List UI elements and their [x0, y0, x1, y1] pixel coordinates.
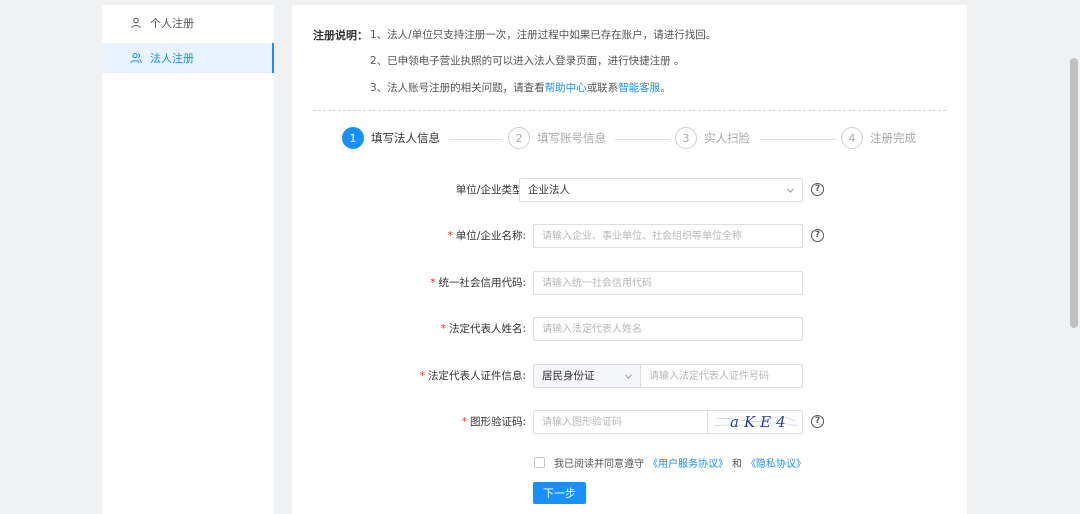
help-center-link[interactable]: 帮助中心 [545, 82, 587, 94]
rep-name-label: * 法定代表人姓名: [441, 317, 526, 341]
step-label: 实人扫脸 [704, 131, 750, 145]
id-type-value: 居民身份证 [542, 370, 595, 382]
sidebar-item-legal-register[interactable]: 法人注册 [102, 43, 274, 73]
note-line-3-prefix: 3、法人账号注册的相关问题，请查看 [370, 82, 545, 94]
unit-type-select[interactable]: 企业法人 [519, 178, 803, 202]
step-connector [760, 139, 836, 140]
note-line-1: 1、法人/单位只支持注册一次，注册过程中如果已存在账户，请进行找回。 [370, 29, 717, 41]
step-number: 4 [841, 127, 863, 149]
privacy-agreement-link[interactable]: 《隐私协议》 [746, 455, 806, 470]
credit-code-label-text: 统一社会信用代码: [438, 277, 526, 289]
required-mark: * [419, 370, 425, 382]
agreement-row: 我已阅读并同意遵守 《用户服务协议》 和 《隐私协议》 [534, 455, 810, 470]
rep-id-label-text: 法定代表人证件信息: [427, 370, 526, 382]
divider [313, 110, 946, 111]
id-type-select[interactable]: 居民身份证 [533, 364, 641, 388]
step-2: 2 填写账号信息 [508, 127, 606, 149]
unit-name-input[interactable] [533, 224, 803, 248]
rep-name-input[interactable] [533, 317, 803, 341]
row-captcha: *图形验证码: aKE4 ? [292, 410, 967, 434]
user-service-agreement-link[interactable]: 《用户服务协议》 [648, 455, 728, 470]
sidebar-item-label: 个人注册 [150, 17, 194, 30]
step-label: 注册完成 [870, 131, 916, 145]
scrollbar-track[interactable] [1068, 0, 1080, 514]
credit-code-label: * 统一社会信用代码: [430, 271, 526, 295]
unit-type-label: 单位/企业类型: [455, 184, 526, 196]
step-4: 4 注册完成 [841, 127, 916, 149]
help-icon[interactable]: ? [811, 415, 824, 428]
notes-title: 注册说明： [313, 29, 368, 42]
row-credit-code: * 统一社会信用代码: [292, 271, 967, 295]
note-line-2: 2、已申领电子营业执照的可以进入法人登录页面，进行快捷注册 。 [370, 55, 685, 67]
required-mark: * [461, 416, 467, 428]
help-icon[interactable]: ? [811, 229, 824, 242]
step-3: 3 实人扫脸 [675, 127, 750, 149]
step-number: 2 [508, 127, 530, 149]
row-rep-id: * 法定代表人证件信息: 居民身份证 [292, 364, 967, 388]
captcha-image[interactable]: aKE4 [708, 410, 803, 434]
sidebar-item-label: 法人注册 [150, 52, 194, 65]
captcha-text: aKE4 [730, 413, 791, 431]
note-line-3-suffix: 。 [660, 82, 671, 94]
row-rep-name: * 法定代表人姓名: [292, 317, 967, 341]
unit-name-label-text: 单位/企业名称: [455, 230, 526, 242]
required-mark: * [440, 323, 446, 335]
users-icon [130, 52, 142, 64]
unit-name-label: * 单位/企业名称: [448, 224, 526, 248]
step-number: 3 [675, 127, 697, 149]
step-connector [615, 139, 670, 140]
smart-service-link[interactable]: 智能客服 [618, 82, 660, 94]
help-icon[interactable]: ? [811, 183, 824, 196]
agree-checkbox[interactable] [534, 456, 545, 468]
sidebar: 个人注册 法人注册 [102, 5, 274, 514]
captcha-label-text: 图形验证码: [469, 416, 526, 428]
id-number-input[interactable] [641, 364, 803, 388]
main-panel: 注册说明： 1、法人/单位只支持注册一次，注册过程中如果已存在账户，请进行找回。… [292, 5, 967, 514]
row-unit-type: 单位/企业类型: 企业法人 ? [292, 178, 967, 202]
progress-steps: 1 填写法人信息 2 填写账号信息 3 实人扫脸 4 注册完成 [292, 127, 967, 155]
step-label: 填写法人信息 [371, 131, 440, 145]
agreement-and: 和 [732, 458, 742, 470]
captcha-label: * 图形验证码: [462, 410, 526, 434]
sidebar-item-personal-register[interactable]: 个人注册 [102, 8, 274, 38]
next-step-button[interactable]: 下一步 [533, 482, 586, 504]
credit-code-input[interactable] [533, 271, 803, 295]
note-line-3: 3、法人账号注册的相关问题，请查看帮助中心或联系智能客服。 [370, 80, 671, 95]
row-unit-name: *单位/企业名称: ? [292, 224, 967, 248]
step-1: 1 填写法人信息 [342, 127, 440, 149]
step-number: 1 [342, 127, 364, 149]
required-mark: * [447, 230, 453, 242]
chevron-down-icon [624, 372, 633, 380]
rep-name-label-text: 法定代表人姓名: [448, 323, 526, 335]
unit-type-value: 企业法人 [528, 184, 570, 196]
step-connector [449, 139, 502, 140]
agreement-prefix: 我已阅读并同意遵守 [554, 458, 644, 470]
chevron-down-icon [786, 186, 795, 194]
step-label: 填写账号信息 [537, 131, 606, 145]
scrollbar-thumb[interactable] [1070, 58, 1078, 328]
captcha-input[interactable] [533, 410, 708, 434]
rep-id-label: * 法定代表人证件信息: [420, 364, 526, 388]
note-line-3-mid: 或联系 [586, 82, 619, 94]
required-mark: * [430, 277, 436, 289]
user-icon [130, 17, 142, 29]
